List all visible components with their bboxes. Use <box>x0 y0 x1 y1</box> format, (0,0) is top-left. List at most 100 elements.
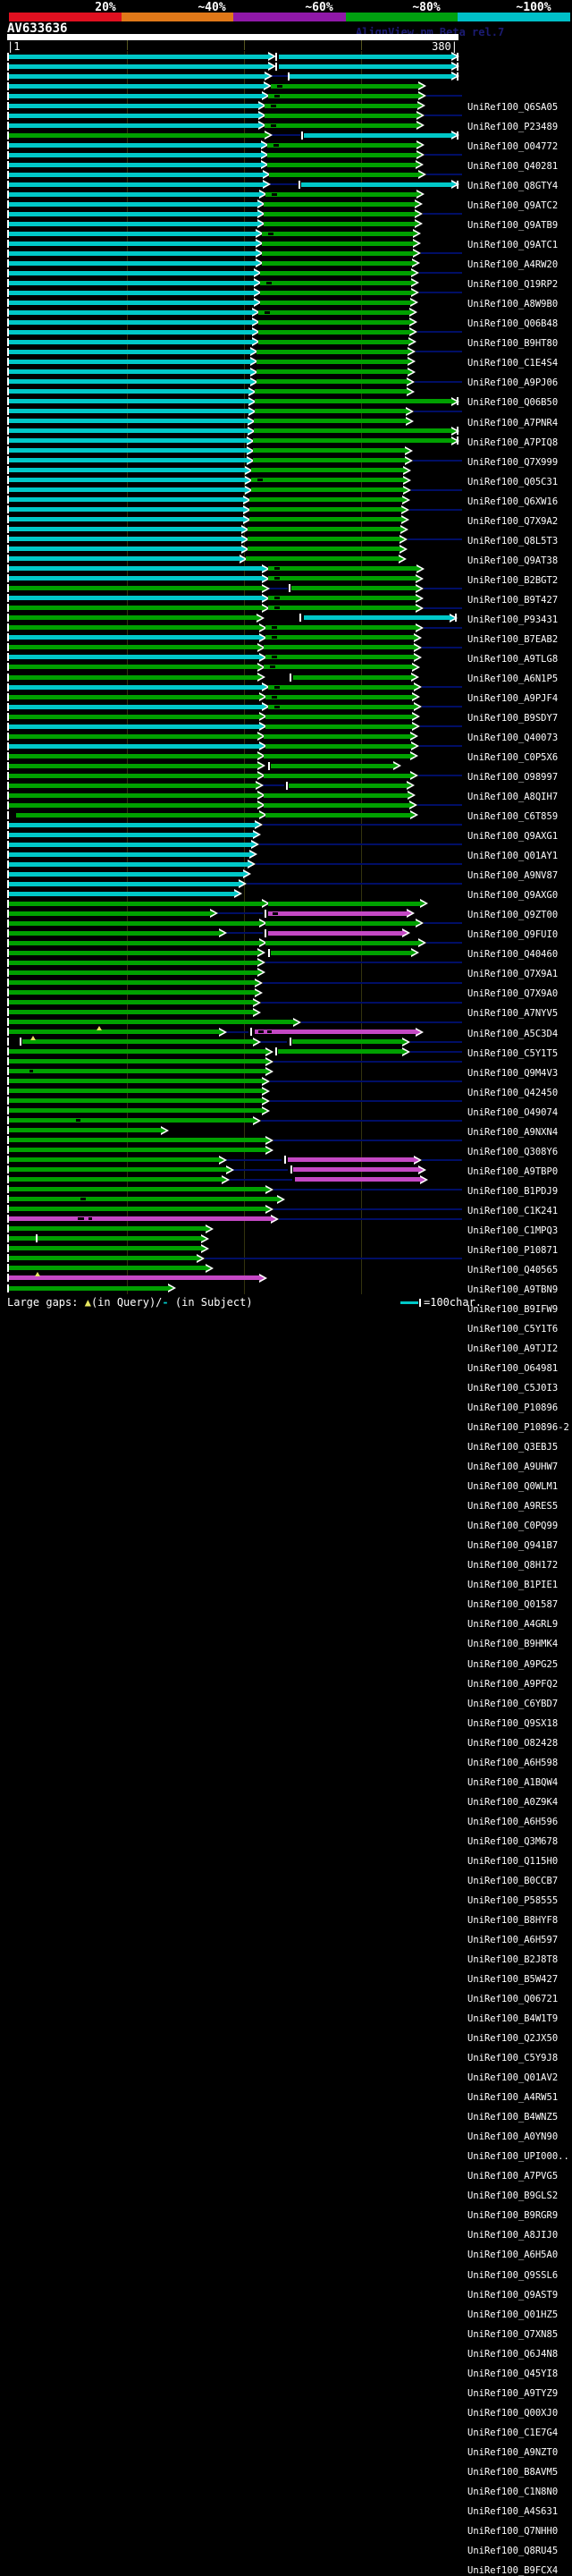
hit-label[interactable]: UniRef100_Q2JX50 <box>467 2034 558 2044</box>
hit-label[interactable]: UniRef100_P10896 <box>467 1403 558 1413</box>
alignment-bar-segment[interactable] <box>9 438 247 444</box>
hit-label[interactable]: UniRef100_Q9AST9 <box>467 2290 558 2301</box>
alignment-bar-segment[interactable] <box>9 270 254 275</box>
alignment-bar-segment[interactable] <box>9 1187 265 1192</box>
hit-label[interactable]: UniRef100_Q3EBJ5 <box>467 1443 558 1453</box>
alignment-bar-segment[interactable] <box>9 694 259 699</box>
alignment-bar-segment[interactable] <box>9 419 248 424</box>
alignment-bar-segment[interactable] <box>9 93 262 98</box>
alignment-bar-segment[interactable] <box>9 359 250 364</box>
alignment-bar-segment[interactable] <box>9 783 256 788</box>
alignment-bar-segment[interactable] <box>264 773 410 778</box>
alignment-bar-segment[interactable] <box>304 132 451 138</box>
alignment-bar-segment[interactable] <box>268 901 420 906</box>
hit-label[interactable]: UniRef100_B9RGR9 <box>467 2211 558 2221</box>
alignment-bar-segment[interactable] <box>265 812 410 818</box>
alignment-bar-segment[interactable] <box>9 1118 253 1123</box>
alignment-bar-segment[interactable] <box>9 1089 262 1094</box>
alignment-bar-segment[interactable] <box>265 655 414 660</box>
alignment-bar-segment[interactable] <box>257 369 408 374</box>
alignment-bar-segment[interactable] <box>279 64 451 69</box>
alignment-bar-segment[interactable] <box>269 172 418 177</box>
alignment-bar-segment[interactable] <box>264 802 409 808</box>
alignment-bar-segment[interactable] <box>9 1226 206 1232</box>
hit-label[interactable]: UniRef100_A0Z9K4 <box>467 1797 558 1808</box>
alignment-bar-segment[interactable] <box>253 458 405 463</box>
alignment-bar-segment[interactable] <box>9 260 256 266</box>
alignment-bar-segment[interactable] <box>9 290 254 295</box>
hit-label[interactable]: UniRef100_C0PQ99 <box>467 1521 558 1531</box>
alignment-bar-segment[interactable] <box>9 399 248 404</box>
alignment-bar-segment[interactable] <box>9 517 243 522</box>
hit-label[interactable]: UniRef100_P58555 <box>467 1895 558 1906</box>
alignment-bar-segment[interactable] <box>264 211 415 216</box>
alignment-bar-segment[interactable] <box>264 792 408 798</box>
alignment-bar-segment[interactable] <box>9 487 245 493</box>
alignment-bar-segment[interactable] <box>9 576 262 581</box>
alignment-bar-segment[interactable] <box>9 458 247 463</box>
alignment-bar-segment[interactable] <box>9 842 251 847</box>
alignment-bar-segment[interactable] <box>9 822 255 827</box>
alignment-bar-segment[interactable] <box>251 487 403 493</box>
alignment-bar-segment[interactable] <box>9 142 261 148</box>
hit-label[interactable]: UniRef100_C5Y9J8 <box>467 2054 558 2063</box>
hit-label[interactable]: UniRef100_Q01587 <box>467 1600 558 1610</box>
alignment-bar-segment[interactable] <box>268 704 414 709</box>
alignment-bar-segment[interactable] <box>9 1275 259 1281</box>
alignment-bar-segment[interactable] <box>271 950 411 955</box>
alignment-bar-segment[interactable] <box>9 1148 265 1153</box>
alignment-bar-segment[interactable] <box>9 802 257 808</box>
alignment-bar-segment[interactable] <box>9 940 259 945</box>
alignment-bar-segment[interactable] <box>260 290 411 295</box>
alignment-bar-segment[interactable] <box>9 250 256 256</box>
alignment-bar-segment[interactable] <box>267 142 416 148</box>
alignment-bar-segment[interactable] <box>9 497 243 503</box>
alignment-bar-segment[interactable] <box>291 586 416 591</box>
alignment-bar-segment[interactable] <box>258 309 409 315</box>
hit-label[interactable]: UniRef100_Q7XN85 <box>467 2329 558 2340</box>
alignment-bar-segment[interactable] <box>9 389 248 394</box>
alignment-bar-segment[interactable] <box>9 1049 265 1055</box>
alignment-bar-segment[interactable] <box>9 704 262 709</box>
alignment-bar-segment[interactable] <box>9 468 245 473</box>
alignment-bar-segment[interactable] <box>9 901 262 906</box>
alignment-bar-segment[interactable] <box>265 113 416 118</box>
alignment-bar-segment[interactable] <box>9 792 257 798</box>
alignment-bar-segment[interactable] <box>9 547 241 552</box>
alignment-bar-segment[interactable] <box>9 714 259 719</box>
hit-label[interactable]: UniRef100_B9FCX4 <box>467 2566 558 2576</box>
alignment-bar-segment[interactable] <box>265 714 412 719</box>
alignment-bar-segment[interactable] <box>253 438 451 444</box>
alignment-bar-segment[interactable] <box>255 389 407 394</box>
alignment-bar-segment[interactable] <box>9 319 252 325</box>
alignment-bar-segment[interactable] <box>9 1128 161 1133</box>
alignment-bar-segment[interactable] <box>9 379 250 385</box>
alignment-bar-segment[interactable] <box>9 152 261 157</box>
hit-label[interactable]: UniRef100_Q9SX18 <box>467 1718 558 1729</box>
alignment-bar-segment[interactable] <box>290 73 451 79</box>
alignment-bar-segment[interactable] <box>9 1138 265 1143</box>
alignment-bar-segment[interactable] <box>264 665 412 670</box>
alignment-bar-segment[interactable] <box>265 625 416 631</box>
alignment-bar-segment[interactable] <box>22 1039 253 1045</box>
alignment-bar-segment[interactable] <box>9 54 268 59</box>
hit-label[interactable]: UniRef100_UPI000.. <box>467 2152 569 2162</box>
alignment-bar-segment[interactable] <box>255 1030 416 1035</box>
hit-label[interactable]: UniRef100_C1E7G4 <box>467 2428 558 2438</box>
alignment-bar-segment[interactable] <box>248 537 400 542</box>
alignment-bar-segment[interactable] <box>267 152 416 157</box>
hit-label[interactable]: UniRef100_A6H596 <box>467 1817 558 1827</box>
hit-label[interactable]: UniRef100_O64981 <box>467 1364 558 1374</box>
alignment-bar-segment[interactable] <box>9 852 249 857</box>
alignment-bar-segment[interactable] <box>9 241 256 246</box>
alignment-bar-segment[interactable] <box>9 950 257 955</box>
alignment-bar-segment[interactable] <box>9 586 262 591</box>
alignment-bar-segment[interactable] <box>265 123 416 128</box>
alignment-bar-segment[interactable] <box>9 201 257 207</box>
alignment-bar-segment[interactable] <box>9 537 241 542</box>
hit-label[interactable]: UniRef100_B0CCB7 <box>467 1876 558 1886</box>
alignment-bar-segment[interactable] <box>268 606 416 611</box>
alignment-bar-segment[interactable] <box>265 103 417 108</box>
alignment-bar-segment[interactable] <box>9 606 262 611</box>
alignment-bar-segment[interactable] <box>9 871 243 877</box>
